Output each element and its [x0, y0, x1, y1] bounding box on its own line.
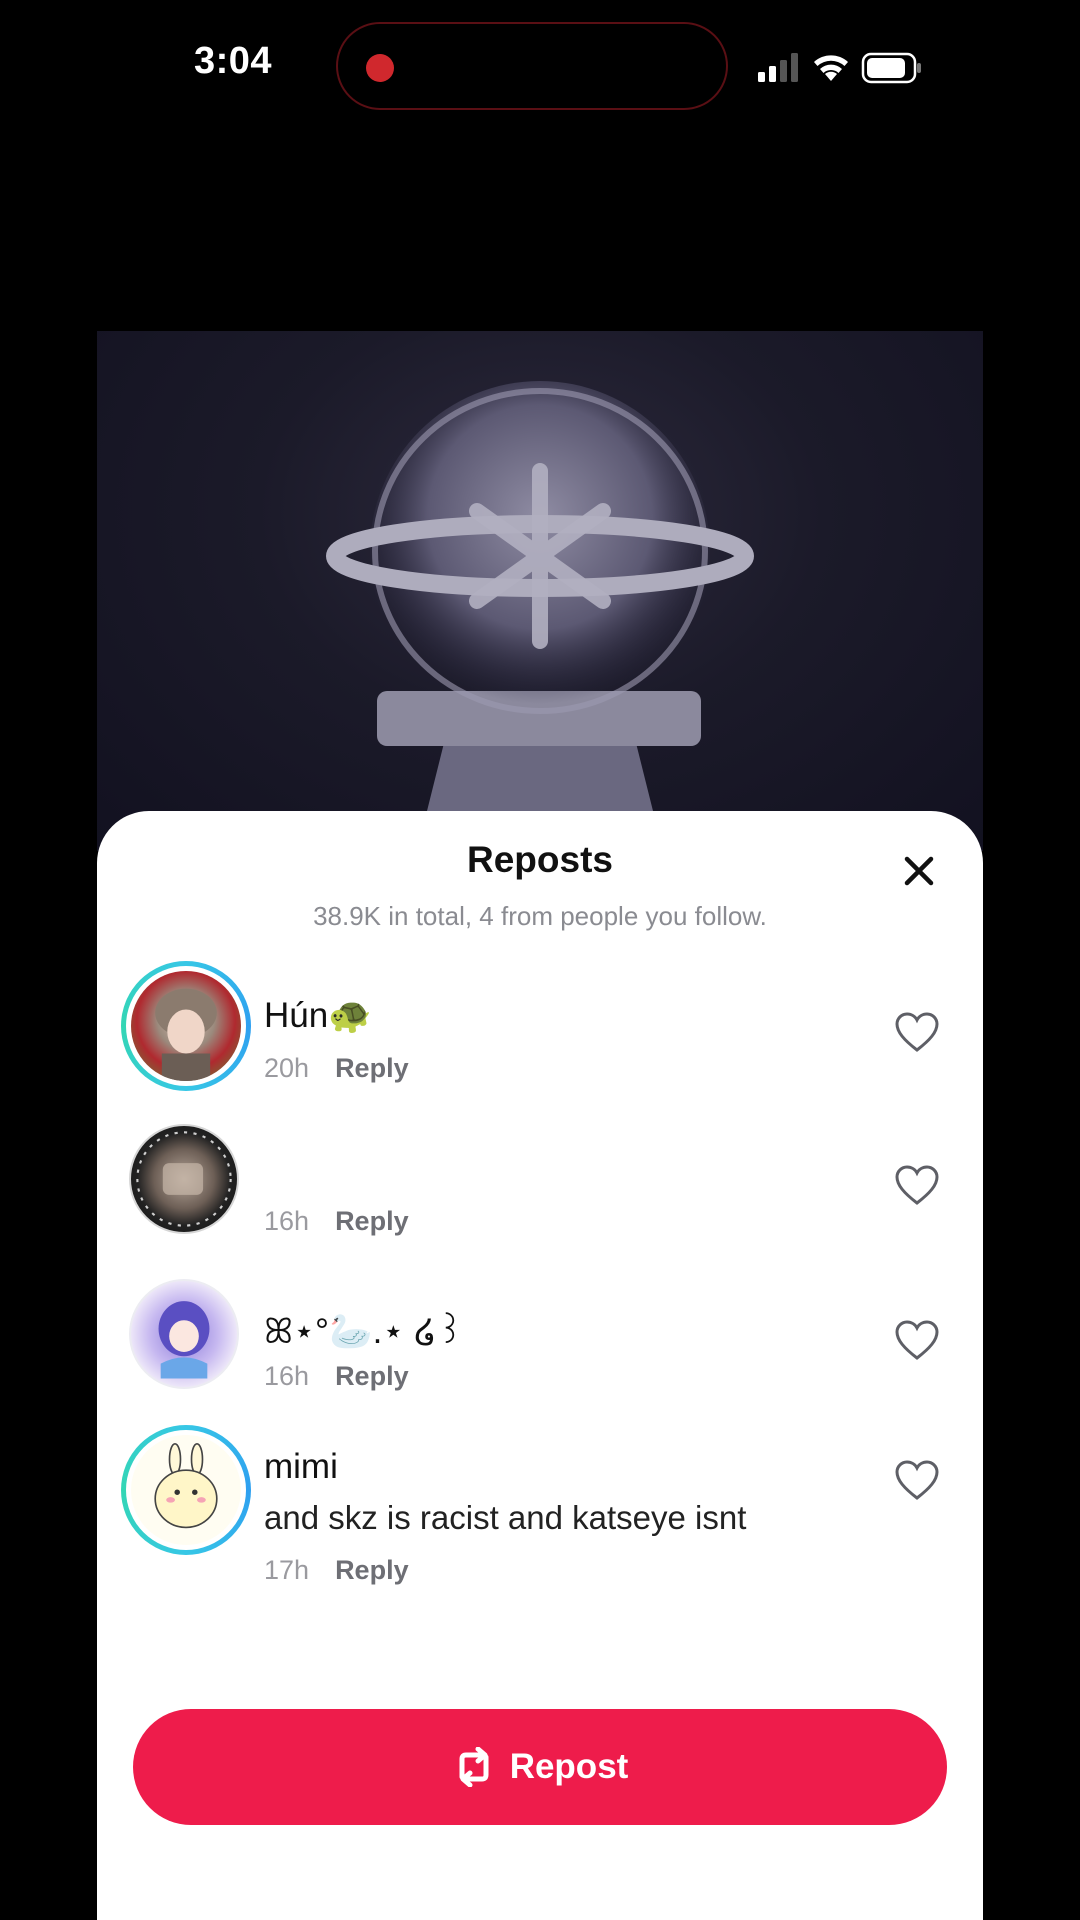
repost-meta: 20h Reply — [264, 1053, 409, 1084]
list-item[interactable]: 16h Reply — [97, 1124, 983, 1254]
list-item[interactable]: mimi and skz is racist and katseye isnt … — [97, 1425, 983, 1595]
dynamic-island — [336, 22, 728, 110]
wifi-icon — [814, 55, 848, 81]
video-player[interactable] — [97, 331, 983, 851]
lightstick-image — [326, 381, 754, 851]
repost-meta: 17h Reply — [264, 1555, 409, 1586]
heart-icon[interactable] — [894, 1459, 940, 1501]
repost-meta: 16h Reply — [264, 1206, 409, 1237]
signal-icon — [758, 53, 798, 82]
heart-icon[interactable] — [894, 1164, 940, 1206]
timestamp: 16h — [264, 1206, 310, 1236]
battery-icon — [861, 52, 921, 84]
username[interactable]: Hún🐢 — [264, 995, 372, 1036]
recording-indicator-icon — [366, 54, 394, 82]
sheet-subtitle: 38.9K in total, 4 from people you follow… — [313, 901, 767, 931]
close-icon — [904, 856, 934, 886]
close-button[interactable] — [897, 849, 941, 893]
reply-button[interactable]: Reply — [335, 1206, 409, 1236]
avatar[interactable] — [121, 961, 251, 1091]
repost-icon — [459, 1747, 489, 1787]
reply-button[interactable]: Reply — [335, 1053, 409, 1083]
reply-button[interactable]: Reply — [335, 1555, 409, 1585]
status-time: 3:04 — [194, 40, 273, 82]
sheet-title: Reposts — [467, 839, 613, 880]
reply-button[interactable]: Reply — [335, 1361, 409, 1391]
repost-comment: and skz is racist and katseye isnt — [264, 1499, 747, 1536]
username[interactable]: mimi — [264, 1447, 338, 1487]
list-item[interactable]: ꕤ⋆°🦢.⋆ ໒꒱ 16h Reply — [97, 1279, 983, 1409]
repost-button-label: Repost — [509, 1747, 629, 1786]
reposts-sheet: Reposts 38.9K in total, 4 from people yo… — [97, 811, 983, 1920]
avatar[interactable] — [129, 1279, 239, 1389]
avatar[interactable] — [129, 1124, 239, 1234]
status-bar: 3:04 — [0, 0, 1080, 140]
repost-meta: 16h Reply — [264, 1361, 409, 1392]
timestamp: 16h — [264, 1361, 310, 1391]
status-icons — [756, 50, 926, 86]
heart-icon[interactable] — [894, 1011, 940, 1053]
avatar[interactable] — [121, 1425, 251, 1555]
repost-button[interactable]: Repost — [133, 1709, 947, 1825]
timestamp: 20h — [264, 1053, 310, 1083]
heart-icon[interactable] — [894, 1319, 940, 1361]
timestamp: 17h — [264, 1555, 310, 1585]
username[interactable]: ꕤ⋆°🦢.⋆ ໒꒱ — [264, 1305, 464, 1352]
list-item[interactable]: Hún🐢 20h Reply — [97, 961, 983, 1111]
